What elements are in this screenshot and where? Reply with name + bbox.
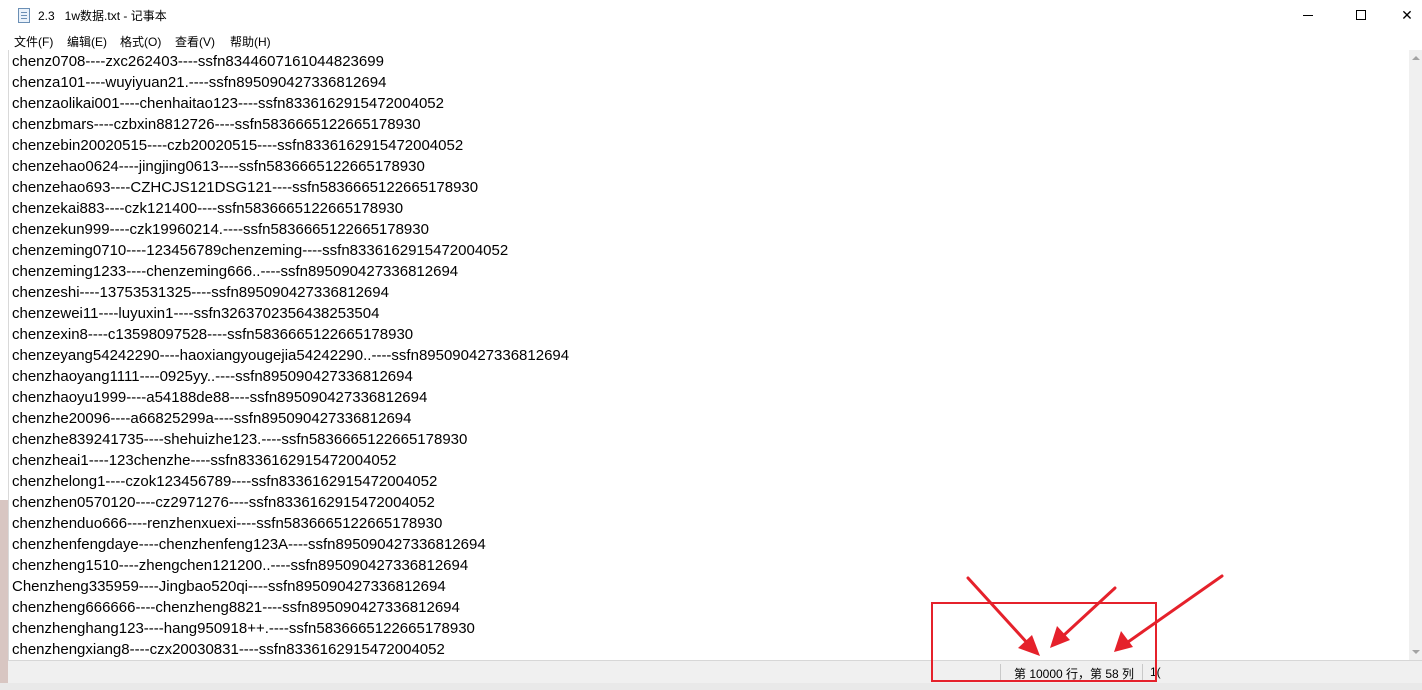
annotation-arrow (966, 576, 1032, 648)
annotation-arrow (1126, 574, 1224, 644)
annotation-arrowhead (1050, 626, 1070, 648)
annotation-arrow (1061, 586, 1117, 638)
annotation-arrows (966, 574, 1224, 656)
